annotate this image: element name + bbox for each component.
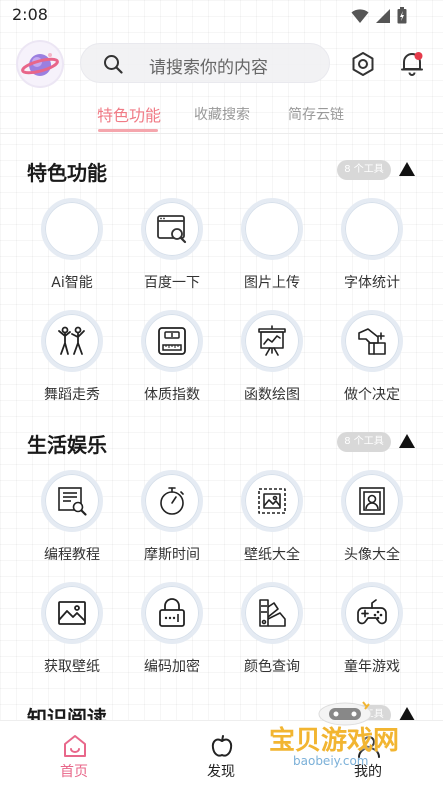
tool-function-plot[interactable]: 函数绘图 [227,310,317,410]
tool-ai[interactable]: Ai智能 [27,198,117,298]
nav-label: 首页 [60,764,88,780]
tool-label: 舞蹈走秀 [44,387,100,403]
tool-label: 获取壁纸 [44,659,100,675]
tool-count-badge: 8 个工具 [337,432,391,452]
tool-morse-time[interactable]: 摩斯时间 [127,470,217,570]
nav-label: 发现 [207,764,235,780]
chart-board-icon [258,325,286,356]
tool-label: 字体统计 [344,275,400,291]
signal-icon [376,8,390,23]
tool-programming-tutorial[interactable]: 编程教程 [27,470,117,570]
notification-button[interactable] [398,49,426,77]
color-swatch-icon [259,599,286,627]
tool-label: 体质指数 [144,387,200,403]
tool-label: 摩斯时间 [144,547,200,563]
tab-favorites-search[interactable]: 收藏搜索 [194,104,250,124]
nav-discover[interactable]: 发现 [181,729,261,785]
watermark-text: 宝贝游戏网 [269,726,400,756]
picture-icon [58,601,86,625]
collapse-triangle-icon[interactable] [398,161,416,177]
tool-encode-encrypt[interactable]: 编码加密 [127,582,217,682]
portrait-icon [359,487,385,515]
active-tab-indicator [98,129,158,132]
search-input[interactable]: 请搜索你的内容 [149,53,268,78]
section-header: 生活娱乐 8 个工具 [0,429,443,459]
tool-label: 图片上传 [244,275,300,291]
gamepad-icon [357,599,387,625]
tool-count-badge: 8 个工具 [337,160,391,180]
tool-label: 童年游戏 [344,659,400,675]
app-logo[interactable] [18,42,62,86]
tab-features[interactable]: 特色功能 [97,102,161,126]
tab-cloud-links[interactable]: 简存云链 [288,104,344,124]
tool-childhood-games[interactable]: 童年游戏 [327,582,417,682]
blank-icon [341,198,403,260]
blank-icon [41,198,103,260]
tool-row: 舞蹈走秀 体质指数 函数绘图 做个决定 [0,310,443,410]
tool-label: 壁纸大全 [244,547,300,563]
status-time: 2:08 [12,5,48,24]
tool-dance[interactable]: 舞蹈走秀 [27,310,117,410]
top-header: 请搜索你的内容 [0,38,443,90]
battery-icon [397,7,407,24]
stopwatch-icon [160,487,184,515]
blank-icon [241,198,303,260]
planet-logo-icon [21,53,59,76]
tool-label: 百度一下 [144,275,200,291]
scale-icon [158,327,186,355]
bell-icon [401,52,423,76]
home-icon [64,735,86,757]
settings-button[interactable] [349,50,377,78]
tool-row: Ai智能 百度一下 图片上传 字体统计 [0,198,443,298]
tool-label: 编程教程 [44,547,100,563]
wifi-icon [351,8,369,23]
tab-bar: 特色功能 收藏搜索 简存云链 [0,98,443,134]
nav-home[interactable]: 首页 [34,729,114,785]
tool-row: 编程教程 摩斯时间 壁纸大全 头像大全 [0,470,443,570]
status-icons [351,7,407,24]
tool-image-upload[interactable]: 图片上传 [227,198,317,298]
section-header: 特色功能 8 个工具 [0,157,443,187]
tool-label: 编码加密 [144,659,200,675]
tool-label: 做个决定 [344,387,400,403]
padlock-icon [159,598,185,627]
search-icon [104,55,123,74]
search-bar[interactable]: 请搜索你的内容 [80,43,330,83]
tool-label: 颜色查询 [244,659,300,675]
browser-search-icon [157,215,187,244]
document-search-icon [58,487,87,516]
dancers-icon [58,326,85,355]
tool-avatars[interactable]: 头像大全 [327,470,417,570]
tool-font-stats[interactable]: 字体统计 [327,198,417,298]
tool-baidu[interactable]: 百度一下 [127,198,217,298]
section-title: 生活娱乐 [27,433,107,457]
tool-get-wallpaper[interactable]: 获取壁纸 [27,582,117,682]
tool-bmi[interactable]: 体质指数 [127,310,217,410]
apple-icon [211,735,233,757]
collapse-triangle-icon[interactable] [398,433,416,449]
tool-color-query[interactable]: 颜色查询 [227,582,317,682]
image-frame-icon [258,488,286,514]
tool-label: 函数绘图 [244,387,300,403]
status-bar: 2:08 [0,0,443,30]
decision-hand-icon [358,328,386,355]
tool-label: Ai智能 [51,275,93,291]
tool-row: 获取壁纸 编码加密 颜色查询 童年游戏 [0,582,443,682]
watermark: 宝贝游戏网 baobeiy.com [265,698,435,778]
watermark-url: baobeiy.com [293,754,369,768]
tool-wallpapers[interactable]: 壁纸大全 [227,470,317,570]
tool-make-decision[interactable]: 做个决定 [327,310,417,410]
tool-label: 头像大全 [344,547,400,563]
settings-icon [352,52,374,76]
section-title: 特色功能 [27,161,107,185]
